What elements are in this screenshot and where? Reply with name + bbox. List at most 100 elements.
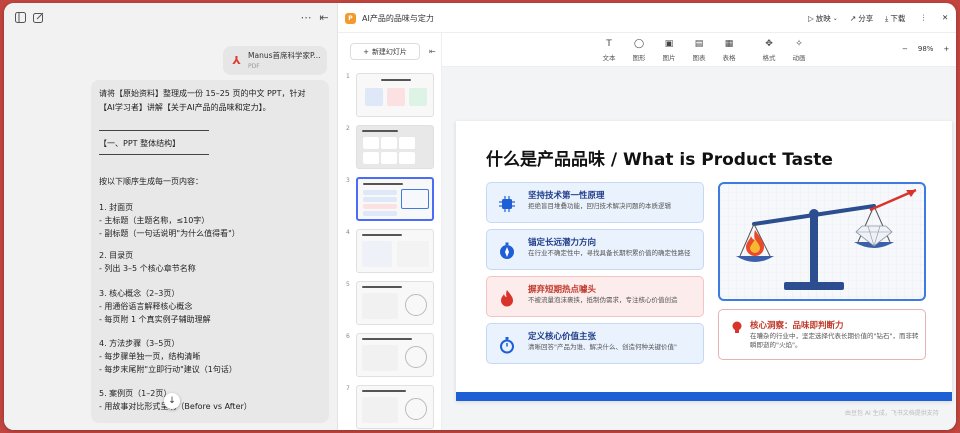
more-icon[interactable]: ⋮ xyxy=(920,13,928,22)
share-icon: ↗ xyxy=(850,14,857,23)
card-value-proposition[interactable]: 定义核心价值主张 清晰回答"产品为谁、解决什么、创造何种关键价值" xyxy=(486,323,704,364)
slide-thumbnail[interactable] xyxy=(356,281,434,325)
more-icon[interactable]: ⋯ xyxy=(300,11,312,24)
attachment-type: PDF xyxy=(248,63,260,70)
slide-canvas[interactable]: 什么是产品品味 / What is Product Taste 坚持技术第一性原… xyxy=(456,121,952,401)
text-icon: T xyxy=(606,39,612,49)
insert-toolbar: T 文本 ◯ 图形 ▣ 图片 ▤ 图表 ▦ 表格 ✥ 格式 ✧ 动画 − 98%… xyxy=(442,33,956,67)
tool-animation[interactable]: ✧ 动画 xyxy=(784,39,814,62)
insight-box[interactable]: 核心洞察：品味即判断力 在嘈杂的行业中，坚定选择代表长期价值的"钻石"，而非转瞬… xyxy=(718,309,926,360)
thumb-number: 5 xyxy=(346,281,350,288)
card-first-principles[interactable]: 坚持技术第一性原理 拒绝盲目堆叠功能，回归技术解决问题的本质逻辑 xyxy=(486,182,704,223)
thumb-number: 7 xyxy=(346,385,350,392)
stopwatch-icon xyxy=(497,335,516,354)
message-line: - 每页附 1 个真实例子辅助理解 xyxy=(99,315,211,324)
tool-label: 图表 xyxy=(692,54,706,62)
message-line: 按以下顺序生成每一页内容： xyxy=(99,177,203,186)
collapse-panel-icon[interactable]: ⇤ xyxy=(318,11,330,24)
insight-desc: 在嘈杂的行业中，坚定选择代表长期价值的"钻石"，而非转瞬即逝的"火焰"。 xyxy=(750,332,919,349)
app-window: ⋯ ⇤ ⅄ Manus首席科学家P... PDF 请将【原始资料】整理成一份 1… xyxy=(4,3,956,430)
slide-thumbnail[interactable] xyxy=(356,333,434,377)
thumb-number: 2 xyxy=(346,125,350,132)
attachment-card[interactable]: ⅄ Manus首席科学家P... PDF xyxy=(223,46,327,75)
ai-generated-note: 由豆包 AI 生成，飞书文档提供支持 xyxy=(845,410,939,417)
card-desc: 拒绝盲目堆叠功能，回归技术解决问题的本质逻辑 xyxy=(528,202,671,210)
close-icon[interactable]: ✕ xyxy=(942,13,948,22)
message-line: 1. 封面页 xyxy=(99,203,134,212)
card-long-term[interactable]: 锚定长远潜力方向 在行业不确定性中，寻找具备长期积累价值的确定性路径 xyxy=(486,229,704,270)
arrow-down-icon: ↓ xyxy=(168,396,176,406)
card-desc: 清晰回答"产品为谁、解决什么、创造何种关键价值" xyxy=(528,343,677,351)
user-message: 请将【原始资料】整理成一份 15–25 页的中文 PPT，针对 【AI学习者】讲… xyxy=(91,80,329,423)
tool-shape[interactable]: ◯ 图形 xyxy=(624,39,654,62)
animation-icon: ✧ xyxy=(795,39,803,49)
tool-image[interactable]: ▣ 图片 xyxy=(654,39,684,62)
zoom-out-button[interactable]: − xyxy=(902,45,908,53)
play-icon: ▷ xyxy=(808,14,814,23)
tool-format[interactable]: ✥ 格式 xyxy=(754,39,784,62)
ppt-workspace: P AI产品的品味与定力 ▷ 放映 ⌄ ↗ 分享 ⤓ 下载 ⋮ ✕ + 新建幻灯… xyxy=(338,3,956,430)
card-title: 摒弃短期热点噱头 xyxy=(528,285,597,295)
attachment-name: Manus首席科学家P... xyxy=(248,51,321,60)
message-line: 【一、PPT 整体结构】 xyxy=(99,139,181,148)
new-chat-icon[interactable] xyxy=(32,11,44,23)
table-icon: ▦ xyxy=(724,39,734,49)
message-line: 2. 目录页 xyxy=(99,251,134,260)
message-line: - 用通俗语言解释核心概念 xyxy=(99,302,193,311)
message-line: 4. 方法步骤（3–5页） xyxy=(99,339,180,348)
chat-panel: ⋯ ⇤ ⅄ Manus首席科学家P... PDF 请将【原始资料】整理成一份 1… xyxy=(4,3,338,430)
zoom-level[interactable]: 98% xyxy=(918,45,934,53)
chat-header: ⋯ ⇤ xyxy=(4,3,337,33)
slide-thumbnail[interactable] xyxy=(356,385,434,429)
new-slide-button[interactable]: + 新建幻灯片 xyxy=(350,43,420,60)
tool-label: 动画 xyxy=(792,54,806,62)
thumb-number: 6 xyxy=(346,333,350,340)
sidebar-toggle-icon[interactable] xyxy=(14,11,26,23)
shape-icon: ◯ xyxy=(633,39,645,49)
tool-label: 格式 xyxy=(762,54,776,62)
plus-icon: + xyxy=(363,47,369,56)
image-icon: ▣ xyxy=(664,39,674,49)
lightbulb-icon xyxy=(729,319,744,334)
format-icon: ✥ xyxy=(765,39,773,49)
slide-thumbnail[interactable] xyxy=(356,125,434,169)
tool-label: 表格 xyxy=(722,54,736,62)
card-title: 坚持技术第一性原理 xyxy=(528,191,605,201)
message-line: - 每步骤单独一页，结构清晰 xyxy=(99,352,201,361)
tool-chart[interactable]: ▤ 图表 xyxy=(684,39,714,62)
thumb-number: 1 xyxy=(346,73,350,80)
message-line: - 每步末尾附"立即行动"建议（1句话） xyxy=(99,365,237,374)
collapse-thumbs-icon[interactable]: ⇤ xyxy=(429,47,436,56)
play-button[interactable]: ▷ 放映 ⌄ xyxy=(808,13,838,24)
slide-thumbnail[interactable] xyxy=(356,229,434,273)
share-label: 分享 xyxy=(858,14,874,23)
chip-icon xyxy=(497,194,516,213)
chevron-down-icon: ⌄ xyxy=(832,15,838,22)
card-desc: 不被流量泡沫裹挟，抵制伪需求，专注核心价值创造 xyxy=(528,296,678,304)
tool-table[interactable]: ▦ 表格 xyxy=(714,39,744,62)
zoom-in-button[interactable]: + xyxy=(943,45,949,53)
zoom-control: − 98% + xyxy=(902,45,949,53)
play-label: 放映 xyxy=(815,14,831,23)
message-line: - 主标题（主题名称，≤10字） xyxy=(99,216,210,225)
scroll-down-button[interactable]: ↓ xyxy=(164,393,180,409)
flame-icon xyxy=(497,288,516,307)
doc-header: P AI产品的品味与定力 ▷ 放映 ⌄ ↗ 分享 ⤓ 下载 ⋮ ✕ xyxy=(338,3,956,33)
insight-title: 核心洞察：品味即判断力 xyxy=(750,321,844,331)
message-line: - 副标题（一句话说明"为什么值得看"） xyxy=(99,229,240,238)
slide-thumbnail-panel: + 新建幻灯片 ⇤ 1 2 3 4 5 6 7 xyxy=(338,33,442,430)
tool-text[interactable]: T 文本 xyxy=(594,39,624,62)
card-hype[interactable]: 摒弃短期热点噱头 不被流量泡沫裹挟，抵制伪需求，专注核心价值创造 xyxy=(486,276,704,317)
slide-thumbnail-active[interactable] xyxy=(356,177,434,221)
download-icon: ⤓ xyxy=(885,13,889,23)
new-slide-label: 新建幻灯片 xyxy=(371,47,407,56)
chart-icon: ▤ xyxy=(694,39,704,49)
balance-scale-illustration[interactable] xyxy=(718,182,926,301)
slide-title[interactable]: 什么是产品品味 / What is Product Taste xyxy=(486,145,833,170)
slide-thumbnail[interactable] xyxy=(356,73,434,117)
message-line: 请将【原始资料】整理成一份 15–25 页的中文 PPT，针对 xyxy=(99,89,306,98)
download-button[interactable]: ⤓ 下载 xyxy=(885,13,905,24)
share-button[interactable]: ↗ 分享 xyxy=(850,13,873,24)
slide-editor: T 文本 ◯ 图形 ▣ 图片 ▤ 图表 ▦ 表格 ✥ 格式 ✧ 动画 − 98%… xyxy=(442,33,956,430)
message-line: 3. 核心概念（2–3页） xyxy=(99,289,180,298)
